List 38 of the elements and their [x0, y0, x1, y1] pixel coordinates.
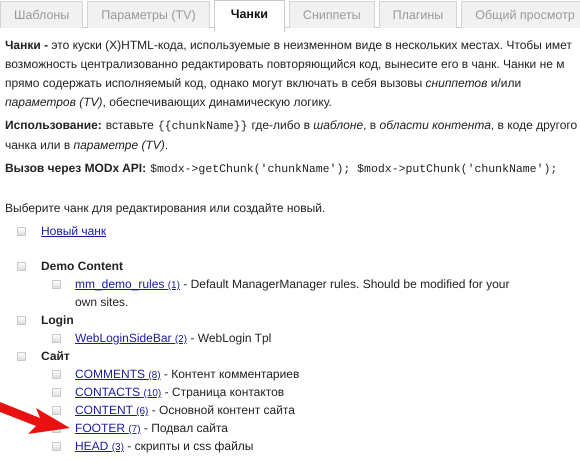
- bullet-icon: [52, 388, 61, 397]
- bullet-icon: [52, 442, 61, 451]
- usage-text: где-либо в шаблоне, в области контента, в коде другого: [251, 118, 578, 132]
- chunk-item: COMMENTS (8) - Контент комментариев: [75, 366, 300, 383]
- bullet-icon: [17, 262, 26, 271]
- chunk-link[interactable]: FOOTER (7): [75, 421, 141, 435]
- bullet-icon: [17, 352, 26, 361]
- bullet-icon: [17, 316, 26, 325]
- chunk-link[interactable]: WebLoginSideBar (2): [75, 331, 188, 345]
- bullet-icon: [52, 334, 61, 343]
- group-name: Login: [41, 312, 74, 329]
- usage-label: Использование:: [5, 118, 102, 132]
- chunk-link[interactable]: mm_demo_rules (1): [75, 277, 180, 291]
- bullet-icon: [17, 227, 26, 236]
- usage-text: вставьте: [106, 118, 154, 132]
- code-snippet: {{chunkName}}: [158, 120, 248, 133]
- code-snippet: $modx->getChunk('chunkName'); $modx->putChunk('chunkName');: [150, 163, 558, 176]
- prompt-text: Выберите чанк для редактирования или создайте новый.: [5, 200, 326, 217]
- chunk-item: mm_demo_rules (1) - Default ManagerManager rules. Should be modified for your own sites.: [75, 276, 510, 311]
- chunk-link[interactable]: COMMENTS (8): [75, 367, 161, 381]
- chunk-link[interactable]: HEAD (3): [75, 439, 124, 453]
- usage-text: чанка или в параметре (TV).: [5, 138, 168, 152]
- bullet-icon: [52, 406, 61, 415]
- chunk-link[interactable]: CONTACTS (10): [75, 385, 162, 399]
- bullet-icon: [52, 280, 61, 289]
- tab[interactable]: Чанки: [214, 0, 285, 32]
- intro-paragraph: Чанки - это куски (X)HTML-кода, используемые в неизменном виде в нескольких местах. Чтобы имет возможность централизованно редактировать повторяющийся код, вынесите его в чанк. Чанки не м прямо содержать исполняемый код, однако могут включать в себя вызовы сниппетов и/или параметров (TV), обеспечивающих динамическую логику.: [5, 37, 572, 111]
- new-chunk-link[interactable]: Новый чанк: [41, 222, 106, 240]
- chunk-item: FOOTER (7) - Подвал сайта: [75, 420, 229, 437]
- group-name: Сайт: [41, 348, 70, 365]
- group-name: Demo Content: [41, 258, 123, 275]
- chunk-item: CONTACTS (10) - Страница контактов: [75, 384, 286, 401]
- chunk-item: HEAD (3) - скрипты и css файлы: [75, 438, 254, 455]
- chunk-item: WebLoginSideBar (2) - WebLogin Tpl: [75, 330, 272, 347]
- chunk-item: CONTENT (6) - Основной контент сайта: [75, 402, 296, 419]
- api-label: Вызов через MODx API:: [5, 161, 146, 175]
- bullet-icon: [52, 370, 61, 379]
- chunk-link[interactable]: CONTENT (6): [75, 403, 148, 417]
